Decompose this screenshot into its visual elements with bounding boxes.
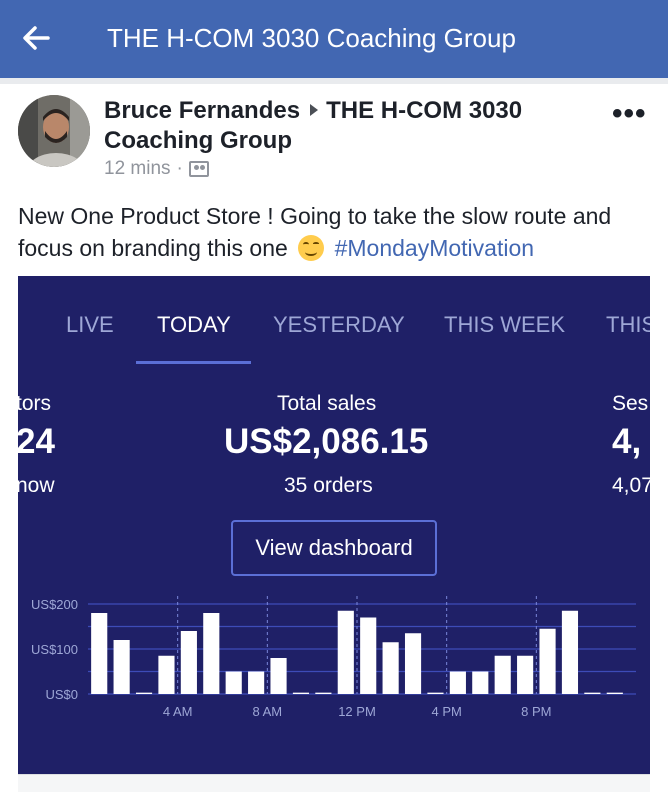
bar-hour-2 [135,692,153,694]
sessions-value: 4, [612,422,642,461]
post-meta: 12 mins · [104,158,209,180]
bar-hour-18 [494,655,511,694]
bar-hour-3 [158,655,175,694]
total-sales-value: US$2,086.15 [224,422,429,461]
active-tab-indicator [136,361,251,364]
bar-hour-4 [180,631,197,694]
bar-hour-8 [270,658,287,694]
post-body: New One Product Store ! Going to take th… [18,200,658,264]
bar-hour-17 [472,671,489,694]
top-app-bar: THE H-COM 3030 Coaching Group [0,0,668,78]
visitors-sub: now [18,474,55,497]
hourly-sales-chart: US$200 US$100 US$0 4 AM 8 AM 12 PM 4 PM 8 PM [31,596,636,719]
view-dashboard-button[interactable]: View dashboard [231,520,437,576]
hashtag-link[interactable]: #MondayMotivation [335,235,534,261]
post-footer-edge [18,774,650,792]
total-sales-label: Total sales [277,392,377,415]
bar-hour-13 [382,642,399,694]
more-options-icon[interactable]: ••• [612,99,647,129]
meta-separator: · [176,158,183,179]
bar-hour-10 [315,692,332,694]
post-header: Bruce Fernandes THE H-COM 3030 Coaching G… [104,96,574,156]
y-tick-label: US$0 [45,687,78,702]
back-arrow-icon[interactable] [18,20,54,56]
bar-hour-22 [584,692,601,694]
author-avatar[interactable] [18,95,90,167]
group-title: THE H-COM 3030 Coaching Group [107,23,516,53]
bar-hour-14 [404,633,422,694]
bar-hour-11 [337,610,354,694]
visitors-value: 24 [18,422,55,461]
bar-hour-0 [91,613,108,694]
bar-hour-20 [539,628,556,694]
x-tick-label: 4 AM [163,704,193,719]
author-name[interactable]: Bruce Fernandes [104,97,300,124]
bar-hour-12 [360,617,377,694]
to-arrow-icon [310,104,319,117]
tab-live[interactable]: LIVE [66,312,114,338]
y-tick-label: US$200 [31,597,78,612]
bar-hour-7 [248,671,265,694]
x-tick-label: 12 PM [338,704,376,719]
tab-yesterday[interactable]: YESTERDAY [273,312,405,338]
post-time[interactable]: 12 mins [104,158,171,180]
bar-hour-9 [292,692,310,694]
post-card: Bruce Fernandes THE H-COM 3030 Coaching G… [0,84,668,792]
bar-hour-1 [113,640,130,694]
bar-hour-5 [203,613,220,694]
bar-hour-21 [561,610,579,694]
sessions-label: Ses [612,392,649,415]
post-image[interactable]: LIVE TODAY YESTERDAY THIS WEEK THIS tors… [18,276,650,776]
x-tick-label: 4 PM [431,704,461,719]
bar-hour-23 [606,692,623,694]
y-tick-label: US$100 [31,642,78,657]
smiling-face-icon [298,235,325,261]
visitors-label: tors [18,392,52,415]
sessions-sub: 4,07 [612,474,650,497]
bar-hour-16 [449,671,466,694]
time-range-tabs: LIVE TODAY YESTERDAY THIS WEEK THIS [18,276,650,366]
x-tick-label: 8 PM [521,704,551,719]
orders-count: 35 orders [284,474,373,497]
x-tick-label: 8 AM [253,704,283,719]
group-members-icon [188,161,209,177]
bar-hour-15 [427,692,444,694]
tab-today[interactable]: TODAY [157,312,231,338]
tab-this-week[interactable]: THIS WEEK [444,312,565,338]
bar-hour-6 [225,671,242,694]
tab-this-month[interactable]: THIS [606,312,650,338]
bar-hour-19 [517,655,534,694]
